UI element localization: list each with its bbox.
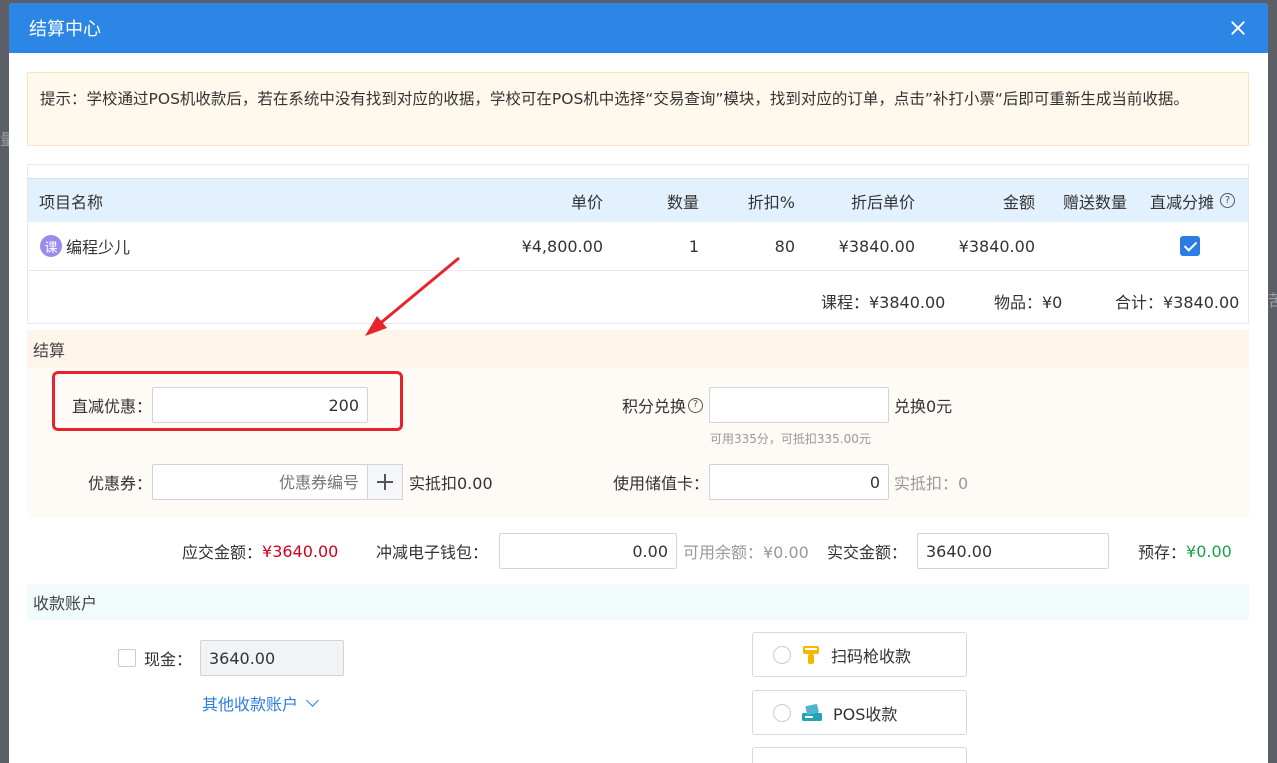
row-qty: 1 [688,236,699,256]
col-name: 项目名称 [39,192,104,212]
col-disc-price: 折后单价 [850,192,915,212]
add-coupon-button[interactable] [367,464,403,500]
table-row: 课 编程少儿 ¥4,800.00 1 80 ¥3840.00 ¥3840.00 [28,222,1248,270]
settle-section-title: 结算 [27,330,1249,368]
row-name-cell: 课 编程少儿 [40,222,130,270]
course-badge-icon: 课 [40,235,62,257]
other-accounts-link[interactable]: 其他收款账户 [202,690,319,716]
col-price: 单价 [570,192,603,212]
items-table: 项目名称 单价 数量 折扣% 折后单价 金额 赠送数量 直减分摊 ? 课 编程少… [28,178,1248,271]
items-panel: 项目名称 单价 数量 折扣% 折后单价 金额 赠送数量 直减分摊 ? 课 编程少… [27,164,1249,324]
chevron-down-icon [306,694,319,707]
points-label: 积分兑换 [621,397,686,416]
col-gift: 赠送数量 [1063,192,1128,212]
more-pay-button[interactable] [752,747,967,763]
tip-text: 学校通过POS机收款后，若在系统中没有找到对应的收据，学校可在POS机中选择“交… [86,90,1189,108]
tip-label: 提示： [40,90,87,108]
row-name: 编程少儿 [66,238,131,257]
plus-icon [377,474,393,490]
row-amount: ¥3840.00 [958,236,1035,256]
points-help-icon[interactable]: ? [688,397,703,413]
cash-label: 现金： [144,650,193,669]
paid-amount-input[interactable] [917,533,1109,569]
pos-radio[interactable] [773,703,791,722]
settlement-modal: 结算中心 提示： 学校通过POS机收款后，若在系统中没有找到对应的收据，学校可在… [9,3,1268,763]
col-discount: 折扣% [747,192,795,212]
tip-banner: 提示： 学校通过POS机收款后，若在系统中没有找到对应的收据，学校可在POS机中… [27,72,1249,146]
col-direct-split: 直减分摊 ? [1150,179,1236,222]
paid-label: 实交金额： [827,543,908,562]
background-text-right: 苦 [1268,291,1277,310]
prestore-value: ¥0.00 [1186,541,1232,561]
scan-gun-label: 扫码枪收款 [831,646,912,666]
points-note: 可用335分，可抵扣335.00元 [710,432,871,446]
direct-split-checkbox[interactable] [1180,236,1200,256]
settle-title: 结算 [33,341,66,360]
wallet-balance: 可用余额：¥0.00 [683,543,809,562]
total-course: 课程：¥3840.00 [821,293,946,312]
total-goods: 物品：¥0 [994,293,1063,312]
annotation-highlight-box [52,371,403,431]
row-direct-split-cell [1180,222,1200,270]
total-sum: 合计：¥3840.00 [1115,293,1240,312]
scan-gun-radio[interactable] [773,645,791,664]
col-direct-split-label: 直减分摊 [1150,192,1215,212]
points-label-wrap: 积分兑换 ? [579,387,709,423]
pos-card-icon [802,703,822,721]
accounts-title: 收款账户 [33,594,98,613]
stored-card-input[interactable] [709,464,889,500]
row-disc-price: ¥3840.00 [838,236,915,256]
barcode-scanner-icon [803,645,819,664]
row-price: ¥4,800.00 [521,236,603,256]
col-amount: 金额 [1002,192,1035,212]
coupon-input[interactable] [152,464,368,500]
points-input[interactable] [709,387,889,423]
coupon-label: 优惠券： [87,474,152,493]
other-accounts-label: 其他收款账户 [202,695,299,714]
help-icon[interactable]: ? [1220,193,1236,208]
modal-header: 结算中心 [9,3,1268,53]
due-value: ¥3640.00 [262,541,339,561]
due-label: 应交金额： [182,543,263,562]
due-amount: 应交金额： ¥3640.00 [182,533,338,569]
coupon-deduct: 实抵扣0.00 [409,474,493,493]
points-exchange: 兑换0元 [894,397,953,416]
stored-card-deduct: 实抵扣：0 [894,474,969,493]
pos-pay-button[interactable]: POS收款 [752,690,967,735]
prestore: 预存： ¥0.00 [1138,533,1232,569]
wallet-label: 冲减电子钱包： [376,543,489,562]
cash-input[interactable] [200,640,344,676]
row-discount: 80 [774,236,795,256]
prestore-label: 预存： [1138,543,1187,562]
annotation-arrow-icon [365,256,460,336]
close-icon[interactable] [1228,18,1248,38]
cash-checkbox[interactable] [118,649,136,667]
table-header: 项目名称 单价 数量 折扣% 折后单价 金额 赠送数量 直减分摊 ? [28,179,1248,222]
stored-card-label: 使用储值卡： [612,474,709,493]
col-qty: 数量 [666,192,699,212]
wallet-input[interactable] [499,533,677,569]
scan-gun-pay-button[interactable]: 扫码枪收款 [752,632,967,677]
accounts-section-title: 收款账户 [27,584,1249,620]
pos-label: POS收款 [833,704,898,724]
modal-title: 结算中心 [29,19,101,40]
